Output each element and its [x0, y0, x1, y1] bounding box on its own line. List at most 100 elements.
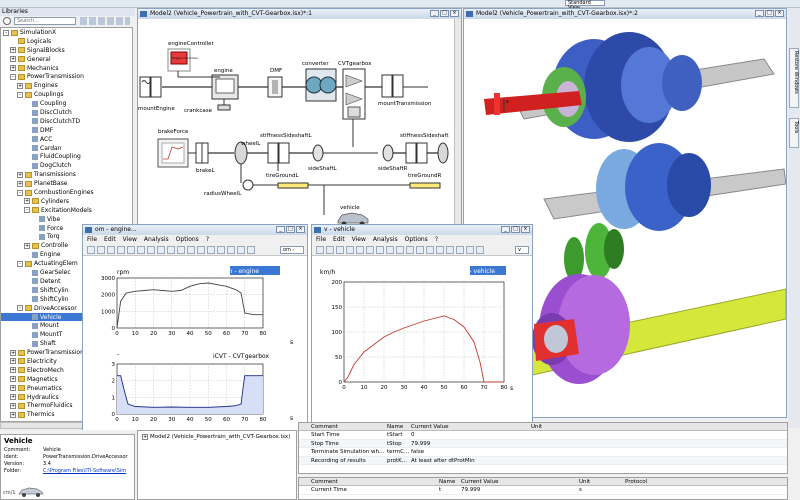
toolbar-button-icon[interactable] [177, 246, 185, 254]
stiffness-sideshaft-l-block[interactable] [267, 142, 290, 164]
expand-toggle-icon[interactable]: + [17, 82, 23, 89]
toolbar-button-icon[interactable] [366, 246, 374, 254]
tire-ground-r-bar[interactable] [409, 182, 441, 189]
toolbar-button-icon[interactable] [406, 246, 414, 254]
toolbar-button-icon[interactable] [456, 246, 464, 254]
model-diagram-canvas[interactable]: Engine Controller engineController mount… [138, 19, 461, 229]
expand-toggle-icon[interactable]: + [24, 198, 30, 205]
tree-item[interactable]: + Engines [1, 81, 132, 90]
expand-toggle-icon[interactable]: + [10, 367, 16, 374]
menu-item[interactable]: ? [206, 236, 209, 243]
cvt-gearbox-block[interactable] [342, 68, 366, 120]
column-header[interactable]: Current Value [411, 424, 449, 430]
close-button[interactable]: × [775, 10, 784, 17]
minimize-button[interactable]: _ [430, 10, 439, 17]
tree-item[interactable]: + General [1, 55, 132, 64]
expand-toggle-icon[interactable]: - [17, 91, 23, 98]
menu-item[interactable]: Options [176, 236, 199, 243]
tree-item[interactable]: Vibe [1, 215, 132, 224]
tree-item[interactable]: + PlanetBase [1, 179, 132, 188]
engine-block[interactable] [211, 74, 239, 100]
tree-item[interactable]: DiscClutchTD [1, 117, 132, 126]
sideshaft-l-block[interactable] [312, 144, 324, 162]
model-tree-item[interactable]: + Model2 (Vehicle_Powertrain_with_CVT-Gea… [142, 434, 290, 440]
table-row[interactable]: Current Time t 79.999 s [299, 486, 787, 495]
menu-item[interactable]: View [123, 236, 137, 243]
tree-item[interactable]: - CombustionEngines [1, 188, 132, 197]
toolbar-button-icon[interactable] [386, 246, 394, 254]
tree-item[interactable]: FluidCoupling [1, 152, 132, 161]
mount-engine-icon[interactable] [139, 76, 162, 98]
tree-item[interactable]: DiscClutch [1, 108, 132, 117]
expand-toggle-icon[interactable]: + [10, 65, 16, 72]
view-combo[interactable]: Standard View [565, 0, 605, 11]
side-tab-restore-windows[interactable]: Restore Windows [789, 48, 799, 108]
table-row[interactable]: Start Time tStart 0 [299, 431, 787, 440]
dmf-block[interactable] [267, 76, 283, 98]
plot2-combo[interactable]: v [515, 246, 529, 254]
toolbar-button-icon[interactable] [396, 246, 404, 254]
toolbar-button-icon[interactable] [87, 246, 95, 254]
mount-transmission-icon[interactable] [381, 74, 404, 98]
column-header[interactable]: Protocol [625, 479, 647, 485]
expand-toggle-icon[interactable]: - [10, 73, 16, 80]
minimize-button[interactable]: _ [276, 226, 285, 233]
column-header[interactable]: Comment [311, 479, 338, 485]
toolbar-button-icon[interactable] [376, 246, 384, 254]
expand-toggle-icon[interactable]: + [24, 242, 30, 249]
expand-toggle-icon[interactable]: + [10, 358, 16, 365]
column-header[interactable]: Comment [311, 424, 338, 430]
expand-toggle-icon[interactable]: - [17, 305, 23, 312]
table-row[interactable]: Recording of results protK... At least aft… [299, 456, 787, 465]
close-button[interactable]: × [521, 226, 530, 233]
toolbar-button-icon[interactable] [237, 246, 245, 254]
tree-item[interactable]: + Transmissions [1, 170, 132, 179]
expand-toggle-icon[interactable]: - [24, 207, 30, 214]
toolbar-button-icon[interactable] [147, 246, 155, 254]
menu-item[interactable]: Edit [333, 236, 345, 243]
expand-toggle-icon[interactable]: + [10, 394, 16, 401]
column-header[interactable]: Current Value [461, 479, 499, 485]
info-value[interactable]: C:\Program Files\ITI-Software\Sim [43, 468, 126, 474]
toolbar-button-icon[interactable] [336, 246, 344, 254]
menu-item[interactable]: Analysis [144, 236, 169, 243]
toolbar-button-icon[interactable] [127, 246, 135, 254]
plot1-combo[interactable]: om - [280, 246, 304, 254]
tree-item[interactable]: - PowerTransmission [1, 72, 132, 81]
converter-block[interactable] [305, 68, 337, 102]
tree-item[interactable]: - ExcitationModels [1, 206, 132, 215]
toolbar-button-icon[interactable] [167, 246, 175, 254]
side-tab-tools[interactable]: Tools [789, 118, 799, 148]
toolbar-button-icon[interactable] [187, 246, 195, 254]
menu-item[interactable]: Options [405, 236, 428, 243]
column-header[interactable]: Unit [579, 479, 590, 485]
toolbar-button-icon[interactable] [157, 246, 165, 254]
toolbar-button-icon[interactable] [227, 246, 235, 254]
toolbar-button-icon[interactable] [217, 246, 225, 254]
maximize-button[interactable]: □ [440, 10, 449, 17]
tree-item[interactable]: + Cylinders [1, 197, 132, 206]
brake-force-block[interactable] [157, 138, 189, 168]
stiffness-sideshaft-r-block[interactable] [405, 142, 428, 164]
toolbar-button-icon[interactable] [326, 246, 334, 254]
tree-item[interactable]: Cardan [1, 144, 132, 153]
library-tool-icons[interactable] [80, 17, 130, 25]
expand-toggle-icon[interactable]: - [3, 29, 9, 36]
expand-toggle-icon[interactable]: + [17, 171, 23, 178]
close-button[interactable]: × [296, 226, 305, 233]
menu-item[interactable]: Edit [104, 236, 116, 243]
menu-item[interactable]: Analysis [373, 236, 398, 243]
tree-item[interactable]: + SignalBlocks [1, 46, 132, 55]
minimize-button[interactable]: _ [501, 226, 510, 233]
menu-item[interactable]: File [316, 236, 326, 243]
expand-toggle-icon[interactable]: + [10, 411, 16, 418]
toolbar-button-icon[interactable] [446, 246, 454, 254]
maximize-button[interactable]: □ [765, 10, 774, 17]
toolbar-button-icon[interactable] [436, 246, 444, 254]
expand-toggle-icon[interactable]: + [10, 376, 16, 383]
menu-item[interactable]: File [87, 236, 97, 243]
wheel-r-block[interactable] [437, 142, 449, 164]
toolbar-button-icon[interactable] [416, 246, 424, 254]
column-header[interactable]: Name [387, 424, 403, 430]
toolbar-button-icon[interactable] [466, 246, 474, 254]
